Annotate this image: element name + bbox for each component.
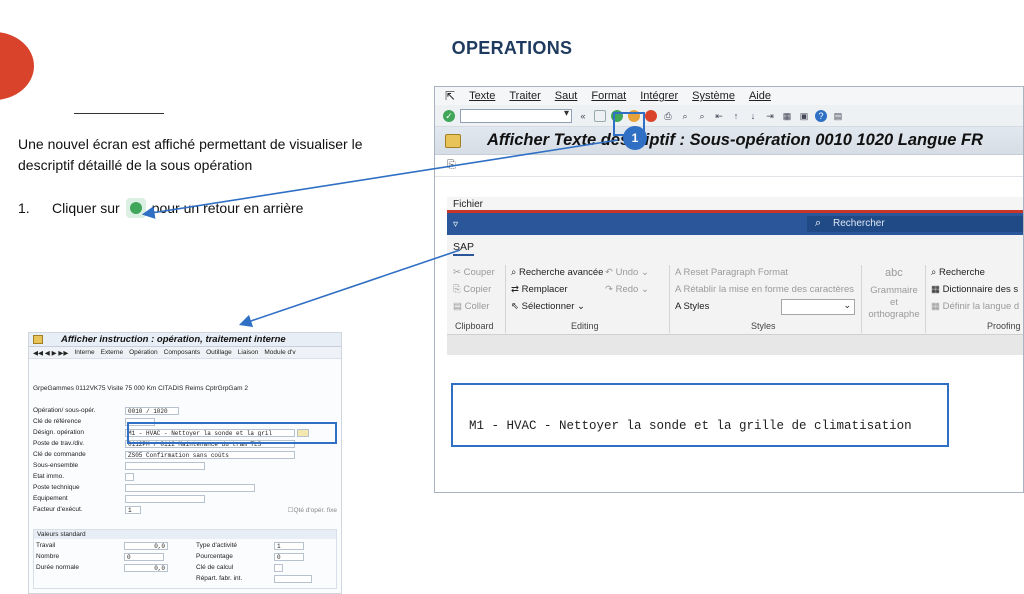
- callout-arrows: [141, 139, 619, 327]
- arrow-to-instruction: [141, 139, 619, 219]
- arrow-to-small-screen: [238, 249, 461, 327]
